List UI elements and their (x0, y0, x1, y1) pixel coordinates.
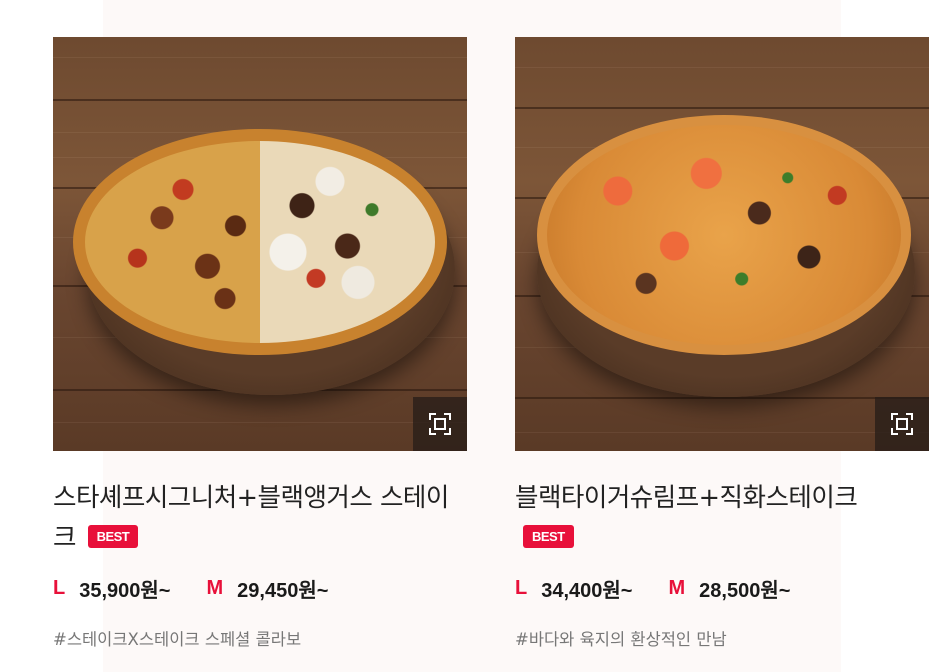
price-medium: M 28,500원~ (668, 574, 790, 603)
price-row: L 35,900원~ M 29,450원~ (53, 572, 467, 604)
zoom-button[interactable] (413, 397, 467, 451)
price-row: L 34,400원~ M 28,500원~ (515, 572, 929, 604)
product-card[interactable]: 스타셰프시그니처+블랙앵거스 스테이크 BEST L 35,900원~ M 29… (53, 37, 467, 667)
price-large: L 35,900원~ (53, 574, 170, 603)
product-image[interactable] (515, 37, 929, 451)
price-amount-large: 34,400원~ (541, 579, 633, 602)
price-medium: M 29,450원~ (206, 574, 328, 603)
product-title[interactable]: 스타셰프시그니처+블랙앵거스 스테이크 BEST (53, 478, 467, 558)
product-card[interactable]: 블랙타이거슈림프+직화스테이크 BEST L 34,400원~ M 28,500원… (515, 37, 929, 667)
price-large: L 34,400원~ (515, 574, 632, 603)
size-label-medium: M (668, 576, 686, 599)
pizza-photo (537, 115, 911, 355)
best-badge: BEST (87, 524, 139, 548)
size-label-large: L (53, 576, 66, 599)
pizza-photo (73, 129, 447, 355)
product-title[interactable]: 블랙타이거슈림프+직화스테이크 BEST (515, 478, 929, 558)
product-hashtag: #스테이크X스테이크 스페셜 콜라보 (53, 630, 302, 649)
price-amount-medium: 29,450원~ (237, 579, 329, 602)
best-badge: BEST (523, 524, 574, 548)
product-image[interactable] (53, 37, 467, 451)
price-amount-medium: 28,500원~ (699, 579, 791, 602)
product-title-text[interactable]: 블랙타이거슈림프+직화스테이크 (515, 483, 858, 513)
expand-icon (891, 413, 913, 435)
expand-icon (429, 413, 451, 435)
price-amount-large: 35,900원~ (79, 579, 171, 602)
product-hashtag: #바다와 육지의 환상적인 만남 (515, 630, 727, 649)
zoom-button[interactable] (875, 397, 929, 451)
size-label-medium: M (206, 576, 224, 599)
size-label-large: L (515, 576, 528, 599)
